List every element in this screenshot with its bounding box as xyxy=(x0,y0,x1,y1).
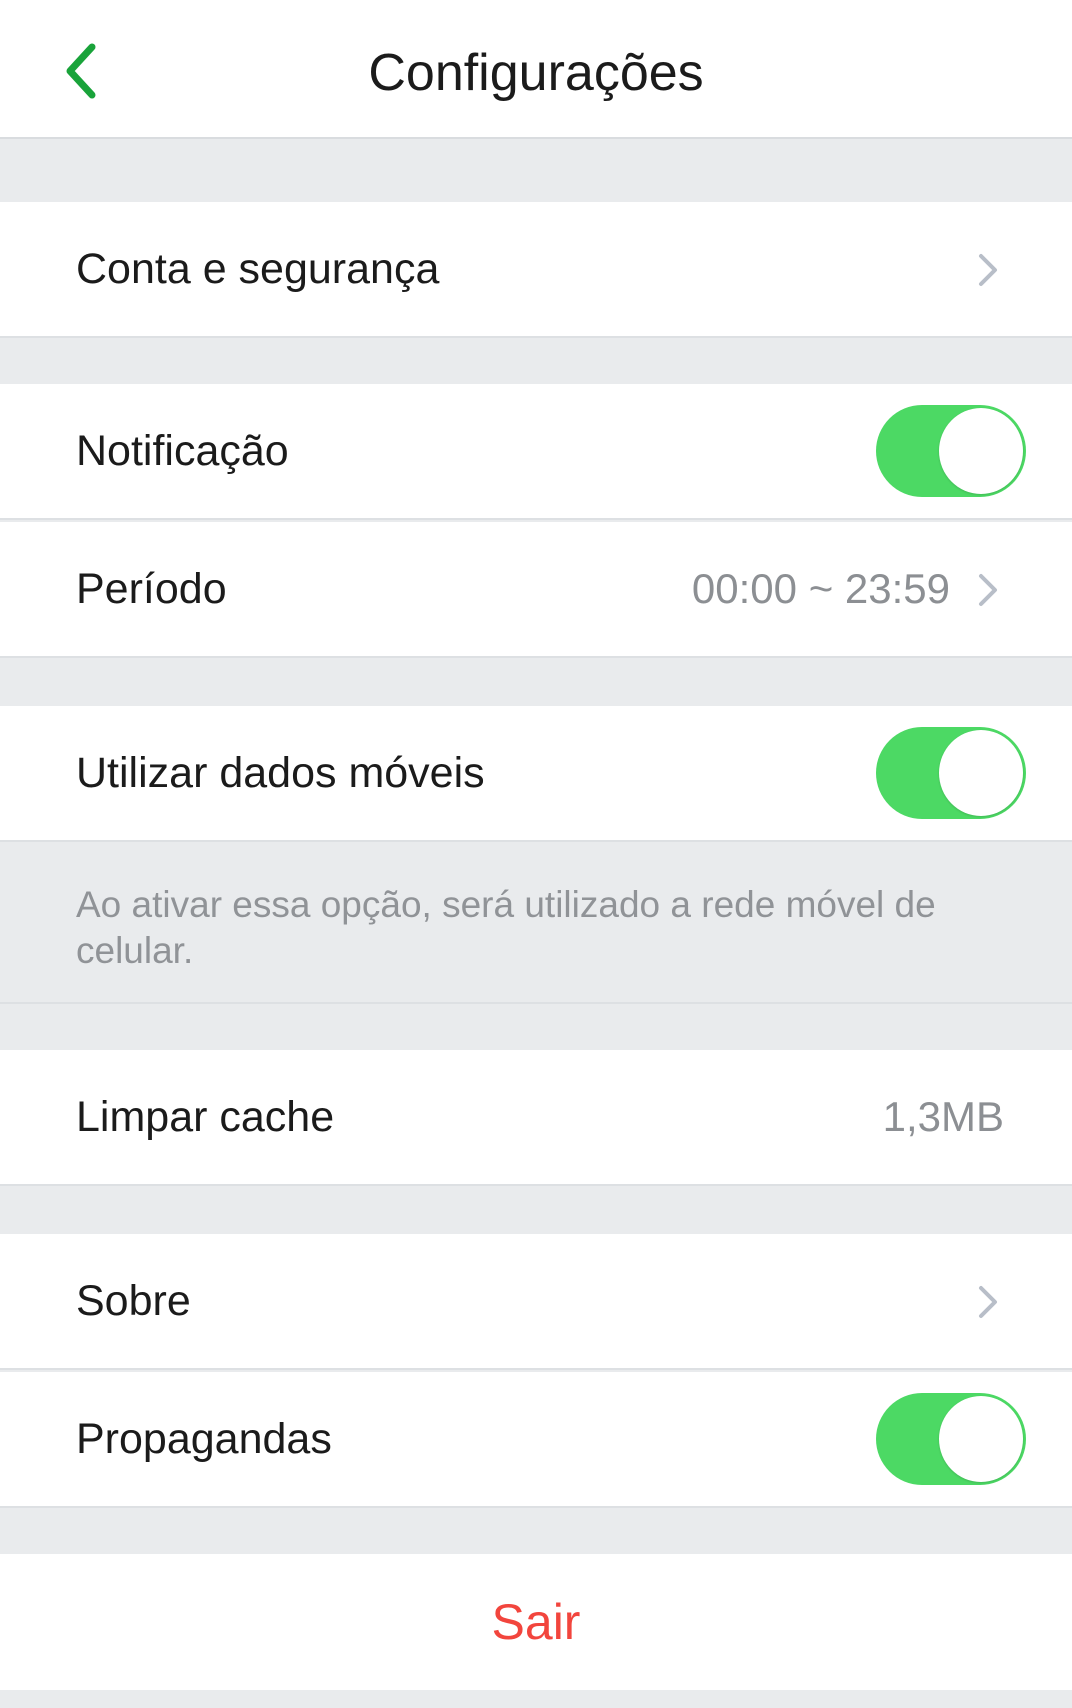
toggle-knob xyxy=(939,730,1023,816)
settings-item-period[interactable]: Período 00:00 ~ 23:59 xyxy=(0,522,1072,658)
mobile-data-note-text: Ao ativar essa opção, será utilizado a r… xyxy=(76,884,936,971)
settings-item-mobile-data: Utilizar dados móveis xyxy=(0,706,1072,842)
settings-item-ads: Propagandas xyxy=(0,1372,1072,1508)
page-title: Configurações xyxy=(368,44,704,102)
settings-item-label: Sobre xyxy=(76,1277,191,1325)
notification-toggle[interactable] xyxy=(876,405,1026,497)
toggle-knob xyxy=(939,1396,1023,1482)
settings-item-label: Limpar cache xyxy=(76,1093,335,1141)
settings-item-label: Notificação xyxy=(76,427,289,475)
mobile-data-toggle[interactable] xyxy=(876,727,1026,819)
cache-size-value: 1,3MB xyxy=(882,1093,1004,1140)
chevron-right-icon xyxy=(976,252,1000,288)
top-bar: Configurações xyxy=(0,0,1072,139)
settings-item-notification: Notificação xyxy=(0,384,1072,520)
logout-button[interactable]: Sair xyxy=(0,1554,1072,1690)
settings-item-label: Período xyxy=(76,565,227,613)
settings-item-account-security[interactable]: Conta e segurança xyxy=(0,202,1072,338)
chevron-right-icon xyxy=(976,1284,1000,1320)
mobile-data-note: Ao ativar essa opção, será utilizado a r… xyxy=(0,842,1072,1004)
settings-item-about[interactable]: Sobre xyxy=(0,1234,1072,1370)
chevron-right-icon xyxy=(976,572,1000,608)
ads-toggle[interactable] xyxy=(876,1393,1026,1485)
settings-item-label: Propagandas xyxy=(76,1415,332,1463)
settings-item-clear-cache[interactable]: Limpar cache 1,3MB xyxy=(0,1050,1072,1186)
period-value: 00:00 ~ 23:59 xyxy=(691,565,950,612)
toggle-knob xyxy=(939,408,1023,494)
settings-item-label: Conta e segurança xyxy=(76,245,440,293)
settings-item-label: Utilizar dados móveis xyxy=(76,749,485,797)
